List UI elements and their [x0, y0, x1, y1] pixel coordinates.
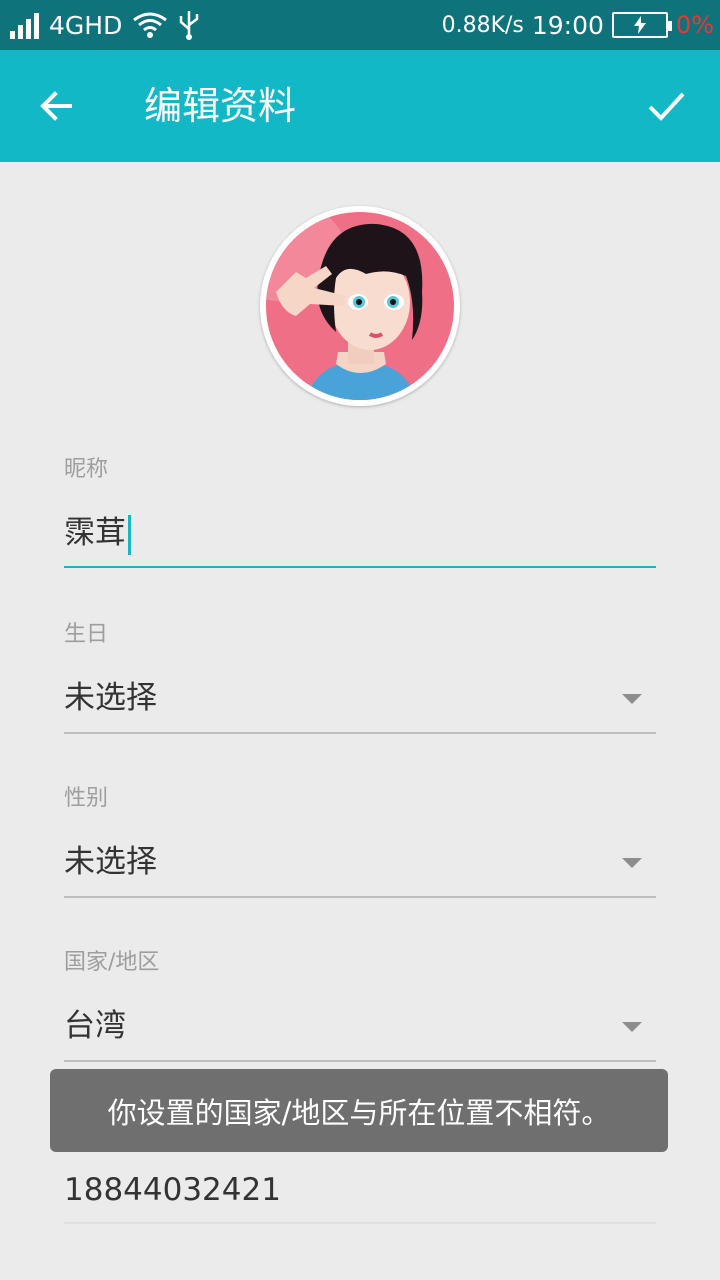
birthday-select[interactable]: 未选择	[64, 668, 656, 728]
wifi-icon	[133, 12, 168, 38]
gender-field: 性别 未选择	[64, 784, 656, 898]
nickname-input[interactable]: 霂茸	[64, 503, 656, 563]
status-bar-right: 0.88K/s 19:00 0%	[442, 6, 714, 44]
gender-select[interactable]: 未选择	[64, 832, 656, 892]
gender-value: 未选择	[64, 844, 157, 880]
birthday-field: 生日 未选择	[64, 620, 656, 734]
gender-underline	[64, 896, 656, 898]
dropdown-arrow-icon	[622, 694, 642, 704]
page-title: 编辑资料	[144, 84, 297, 128]
toast-message: 你设置的国家/地区与所在位置不相符。	[50, 1069, 668, 1152]
region-field: 国家/地区 台湾	[64, 948, 656, 1062]
phone-value: 18844032421	[64, 1172, 281, 1208]
back-button[interactable]	[28, 78, 84, 134]
nickname-field: 昵称 霂茸	[64, 455, 656, 568]
dropdown-arrow-icon	[622, 1022, 642, 1032]
network-speed: 0.88K/s	[441, 12, 524, 38]
status-bar-left: 4GHD	[10, 6, 200, 44]
region-select[interactable]: 台湾	[64, 996, 656, 1056]
birthday-underline	[64, 732, 656, 734]
text-cursor	[128, 514, 131, 555]
nickname-value: 霂茸	[64, 515, 126, 551]
check-icon	[648, 92, 685, 121]
gender-label: 性别	[64, 786, 109, 811]
nickname-label: 昵称	[64, 457, 109, 482]
clock: 19:00	[531, 10, 604, 40]
network-type: 4GHD	[49, 10, 123, 40]
usb-icon	[180, 11, 199, 40]
avatar[interactable]	[260, 206, 460, 406]
region-value: 台湾	[64, 1008, 126, 1044]
birthday-label: 生日	[64, 622, 109, 647]
phone-underline	[64, 1222, 656, 1224]
status-bar: 4GHD 0.88K/s 19:00 0%	[0, 0, 720, 50]
nickname-underline	[64, 566, 656, 568]
region-label: 国家/地区	[64, 950, 160, 975]
signal-icon	[10, 11, 39, 39]
arrow-left-icon	[40, 91, 72, 121]
phone-field: 18844032421	[64, 1160, 656, 1224]
dropdown-arrow-icon	[622, 858, 642, 868]
avatar-image	[266, 212, 454, 400]
battery-charging-icon	[611, 12, 672, 38]
battery-percent: 0%	[675, 11, 714, 39]
region-underline	[64, 1060, 656, 1062]
birthday-value: 未选择	[64, 680, 157, 716]
app-bar: 编辑资料	[0, 50, 720, 162]
confirm-button[interactable]	[638, 78, 694, 134]
phone-input[interactable]: 18844032421	[64, 1160, 656, 1220]
